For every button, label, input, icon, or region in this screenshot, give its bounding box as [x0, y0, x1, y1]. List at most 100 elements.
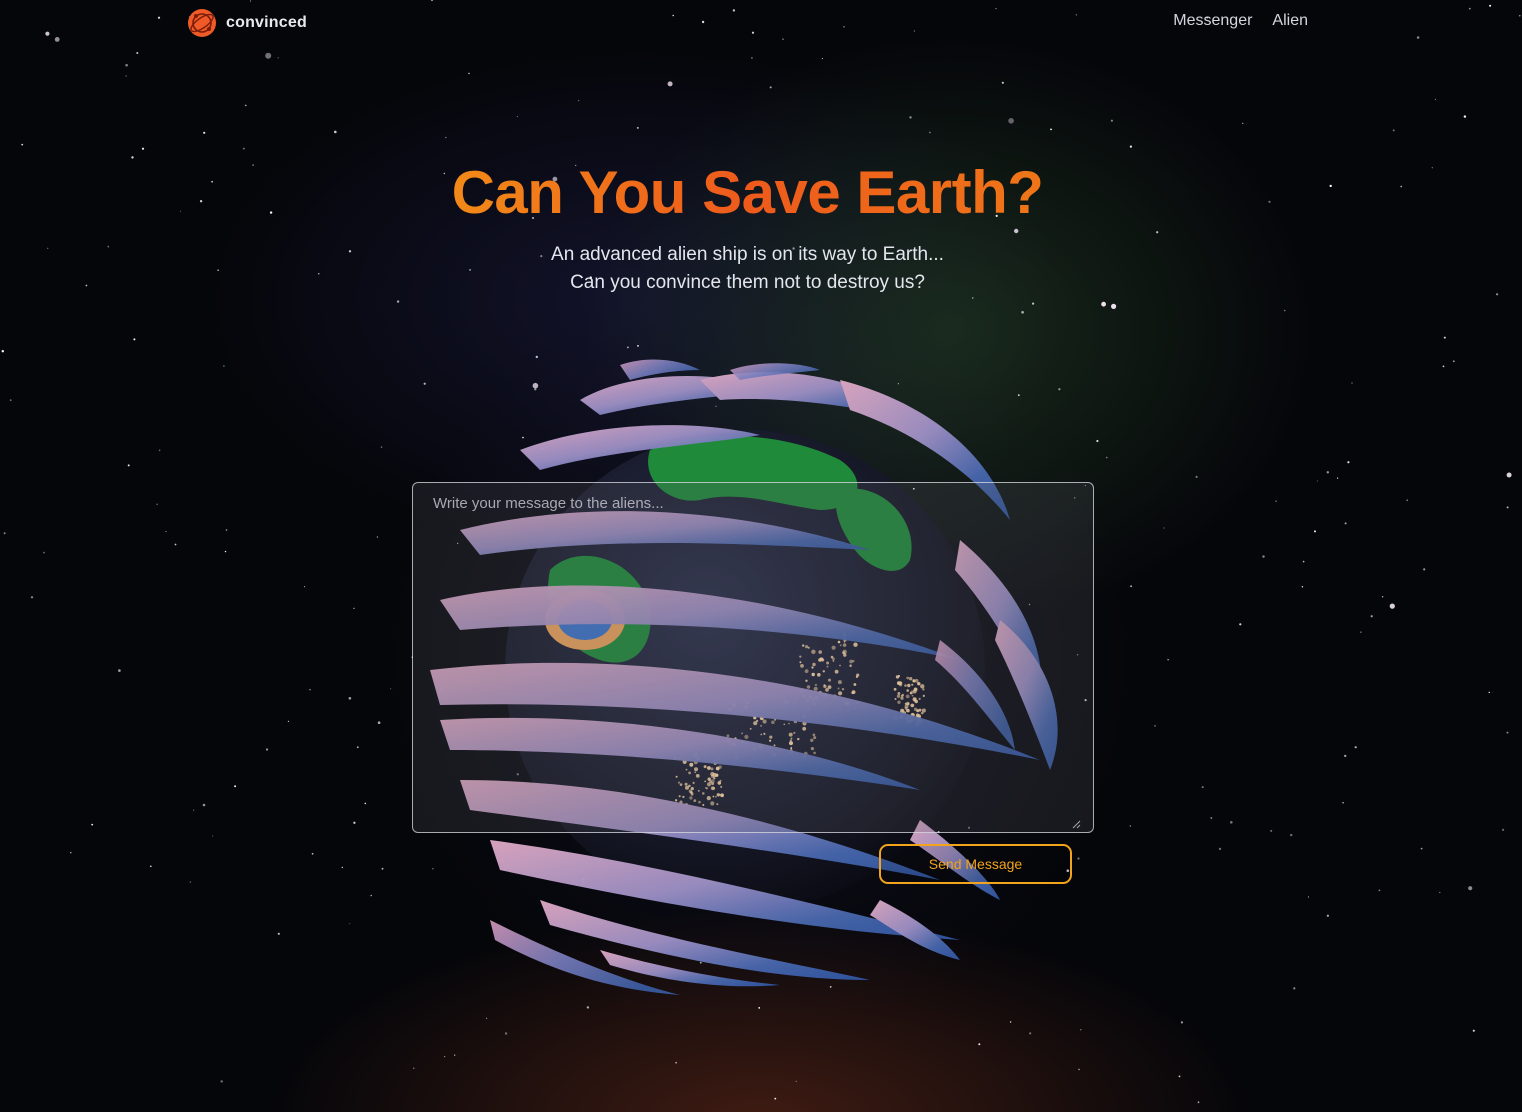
star: [212, 835, 214, 837]
star: [245, 104, 247, 107]
star: [444, 1056, 446, 1058]
nav-link-alien[interactable]: Alien: [1272, 12, 1308, 30]
star: [125, 63, 128, 67]
star: [1337, 477, 1339, 479]
star: [1197, 1101, 1200, 1104]
star: [1195, 475, 1198, 478]
star: [1442, 365, 1445, 368]
star: [1029, 1032, 1032, 1035]
star: [1270, 829, 1273, 832]
star: [348, 697, 352, 700]
star: [1316, 480, 1318, 482]
star: [54, 37, 60, 42]
star: [370, 894, 373, 897]
star: [1314, 530, 1316, 533]
star: [1201, 786, 1204, 789]
star: [1326, 914, 1329, 917]
star: [1075, 14, 1077, 16]
star: [929, 131, 931, 134]
subtitle-line-2: Can you convince them not to destroy us?: [570, 272, 925, 293]
star: [309, 689, 311, 691]
star: [311, 852, 314, 855]
star: [133, 338, 136, 341]
star: [1488, 691, 1490, 694]
star: [277, 57, 279, 59]
star: [376, 536, 378, 538]
star: [782, 38, 784, 40]
star: [353, 821, 356, 824]
star: [909, 116, 912, 119]
star: [1301, 586, 1304, 588]
star: [1101, 301, 1106, 307]
star: [3, 532, 6, 535]
star: [1472, 1029, 1475, 1032]
star: [1506, 472, 1512, 478]
star: [304, 586, 306, 588]
star: [1156, 231, 1159, 234]
star: [769, 86, 772, 89]
star: [1392, 129, 1395, 132]
star: [672, 14, 674, 17]
star: [364, 802, 367, 805]
star: [751, 31, 755, 34]
star: [1360, 631, 1362, 633]
star: [1283, 309, 1286, 312]
brand-logo[interactable]: convinced: [187, 8, 307, 38]
star: [577, 99, 580, 102]
star: [377, 721, 381, 724]
star: [158, 449, 161, 452]
star: [1210, 817, 1213, 819]
star: [972, 297, 974, 299]
star: [287, 720, 289, 723]
nav-link-messenger[interactable]: Messenger: [1173, 12, 1252, 30]
page-title: Can You Save Earth?: [0, 158, 1495, 227]
star: [118, 669, 121, 672]
star: [1242, 122, 1244, 124]
star: [202, 803, 206, 807]
star: [913, 30, 916, 32]
star: [43, 551, 45, 554]
star: [751, 57, 753, 59]
subtitle-line-1: An advanced alien ship is on its way to …: [551, 244, 944, 265]
star: [1218, 847, 1222, 851]
star: [127, 464, 130, 467]
star: [978, 1043, 981, 1046]
star: [353, 607, 355, 609]
star: [1078, 1068, 1080, 1071]
star: [504, 1032, 508, 1035]
alien-message-input[interactable]: [412, 482, 1094, 833]
resize-handle-icon[interactable]: [1072, 820, 1081, 829]
star: [1262, 555, 1265, 558]
star: [454, 1054, 456, 1056]
star: [1344, 754, 1347, 758]
star: [165, 531, 167, 533]
star: [380, 446, 383, 448]
star: [141, 147, 145, 150]
star: [667, 81, 673, 87]
star: [125, 75, 127, 77]
star: [1154, 725, 1156, 727]
star: [193, 809, 195, 811]
star: [265, 52, 272, 59]
star: [995, 8, 997, 10]
star: [1506, 506, 1509, 509]
send-message-button[interactable]: Send Message: [879, 844, 1072, 884]
star: [732, 9, 736, 12]
brand-name: convinced: [226, 14, 307, 31]
star: [1468, 886, 1473, 891]
star: [1381, 596, 1384, 598]
star: [157, 16, 161, 19]
star: [1463, 115, 1467, 118]
star: [843, 26, 845, 28]
star: [225, 529, 228, 531]
star: [390, 688, 392, 690]
star: [1275, 500, 1277, 502]
star: [795, 1080, 797, 1082]
star: [469, 268, 472, 271]
star: [224, 550, 227, 553]
star: [217, 269, 219, 271]
star: [1406, 499, 1409, 502]
star: [234, 785, 237, 788]
star: [1032, 302, 1035, 305]
top-nav: Messenger Alien: [1173, 12, 1308, 30]
